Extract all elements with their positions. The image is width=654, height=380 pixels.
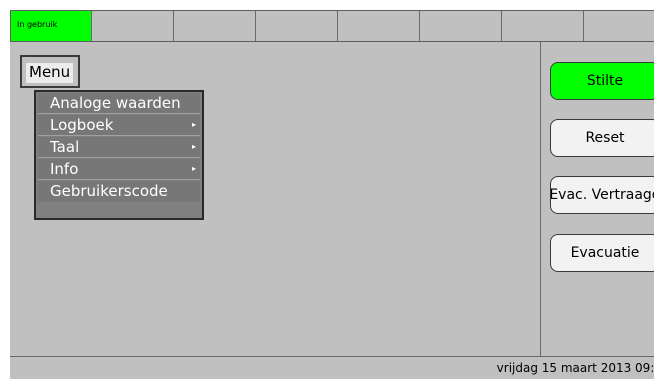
tab-slot-3[interactable]	[174, 11, 256, 41]
menu-item-taal[interactable]: Taal ▸	[38, 137, 200, 158]
menu-dropdown: Analoge waarden Logboek ▸ Taal ▸ Info ▸ …	[34, 90, 204, 220]
top-tab-bar: In gebruik	[10, 10, 654, 42]
submenu-arrow-icon: ▸	[191, 120, 196, 129]
status-datetime: vrijdag 15 maart 2013 09:4	[496, 361, 654, 375]
submenu-arrow-icon: ▸	[191, 164, 196, 173]
tab-slot-6[interactable]	[420, 11, 502, 41]
menu-item-gebruikerscode[interactable]: Gebruikerscode	[38, 181, 200, 202]
action-panel: Stilte Reset Evac. Vertraagd Evacuatie	[540, 42, 654, 356]
reset-button[interactable]: Reset	[550, 119, 654, 157]
tab-slot-7[interactable]	[502, 11, 584, 41]
evacuation-button[interactable]: Evacuatie	[550, 234, 654, 272]
menu-item-label: Logboek	[50, 116, 114, 134]
tab-label: In gebruik	[17, 20, 58, 29]
menu-item-analoge-waarden[interactable]: Analoge waarden	[38, 93, 200, 114]
tab-slot-4[interactable]	[256, 11, 338, 41]
silence-button[interactable]: Stilte	[550, 62, 654, 100]
tab-slot-2[interactable]	[92, 11, 174, 41]
menu-item-info[interactable]: Info ▸	[38, 159, 200, 180]
menu-label: Menu	[26, 63, 74, 83]
tab-slot-5[interactable]	[338, 11, 420, 41]
menu-button[interactable]: Menu	[20, 55, 80, 88]
menu-item-label: Info	[50, 160, 79, 178]
tab-in-gebruik[interactable]: In gebruik	[10, 11, 92, 41]
tab-slot-8[interactable]	[584, 11, 654, 41]
menu-item-label: Taal	[50, 138, 80, 156]
menu-item-label: Gebruikerscode	[50, 182, 168, 200]
menu-item-logboek[interactable]: Logboek ▸	[38, 115, 200, 136]
submenu-arrow-icon: ▸	[191, 142, 196, 151]
status-bar: vrijdag 15 maart 2013 09:4	[10, 356, 654, 380]
menu-item-label: Analoge waarden	[50, 94, 181, 112]
evac-delayed-button[interactable]: Evac. Vertraagd	[549, 176, 654, 214]
